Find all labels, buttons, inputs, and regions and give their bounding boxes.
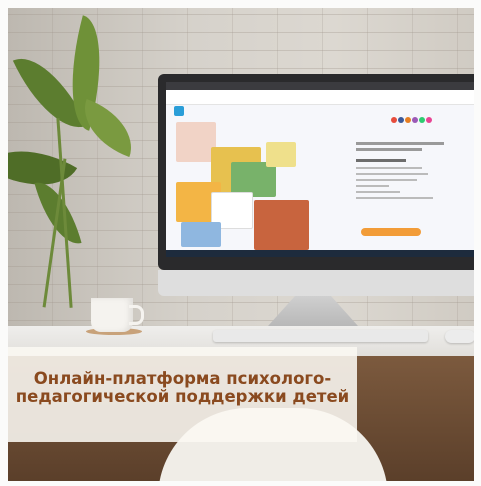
site-logo-icon	[174, 106, 184, 116]
keyboard	[213, 330, 428, 342]
cup-handle	[129, 305, 144, 325]
monitor-screen	[166, 82, 474, 257]
coffee-cup	[91, 298, 133, 332]
image-frame: Онлайн-платформа психолого-педагогическо…	[0, 0, 481, 486]
taskbar	[166, 250, 474, 257]
mouse	[445, 330, 474, 343]
monitor	[158, 74, 474, 270]
photo-collage	[176, 122, 316, 252]
monitor-chin	[158, 270, 474, 296]
caption-text: Онлайн-платформа психолого-педагогическо…	[15, 369, 350, 406]
screen-text-block	[356, 142, 466, 203]
cta-button	[361, 228, 421, 236]
social-icons	[391, 108, 433, 127]
